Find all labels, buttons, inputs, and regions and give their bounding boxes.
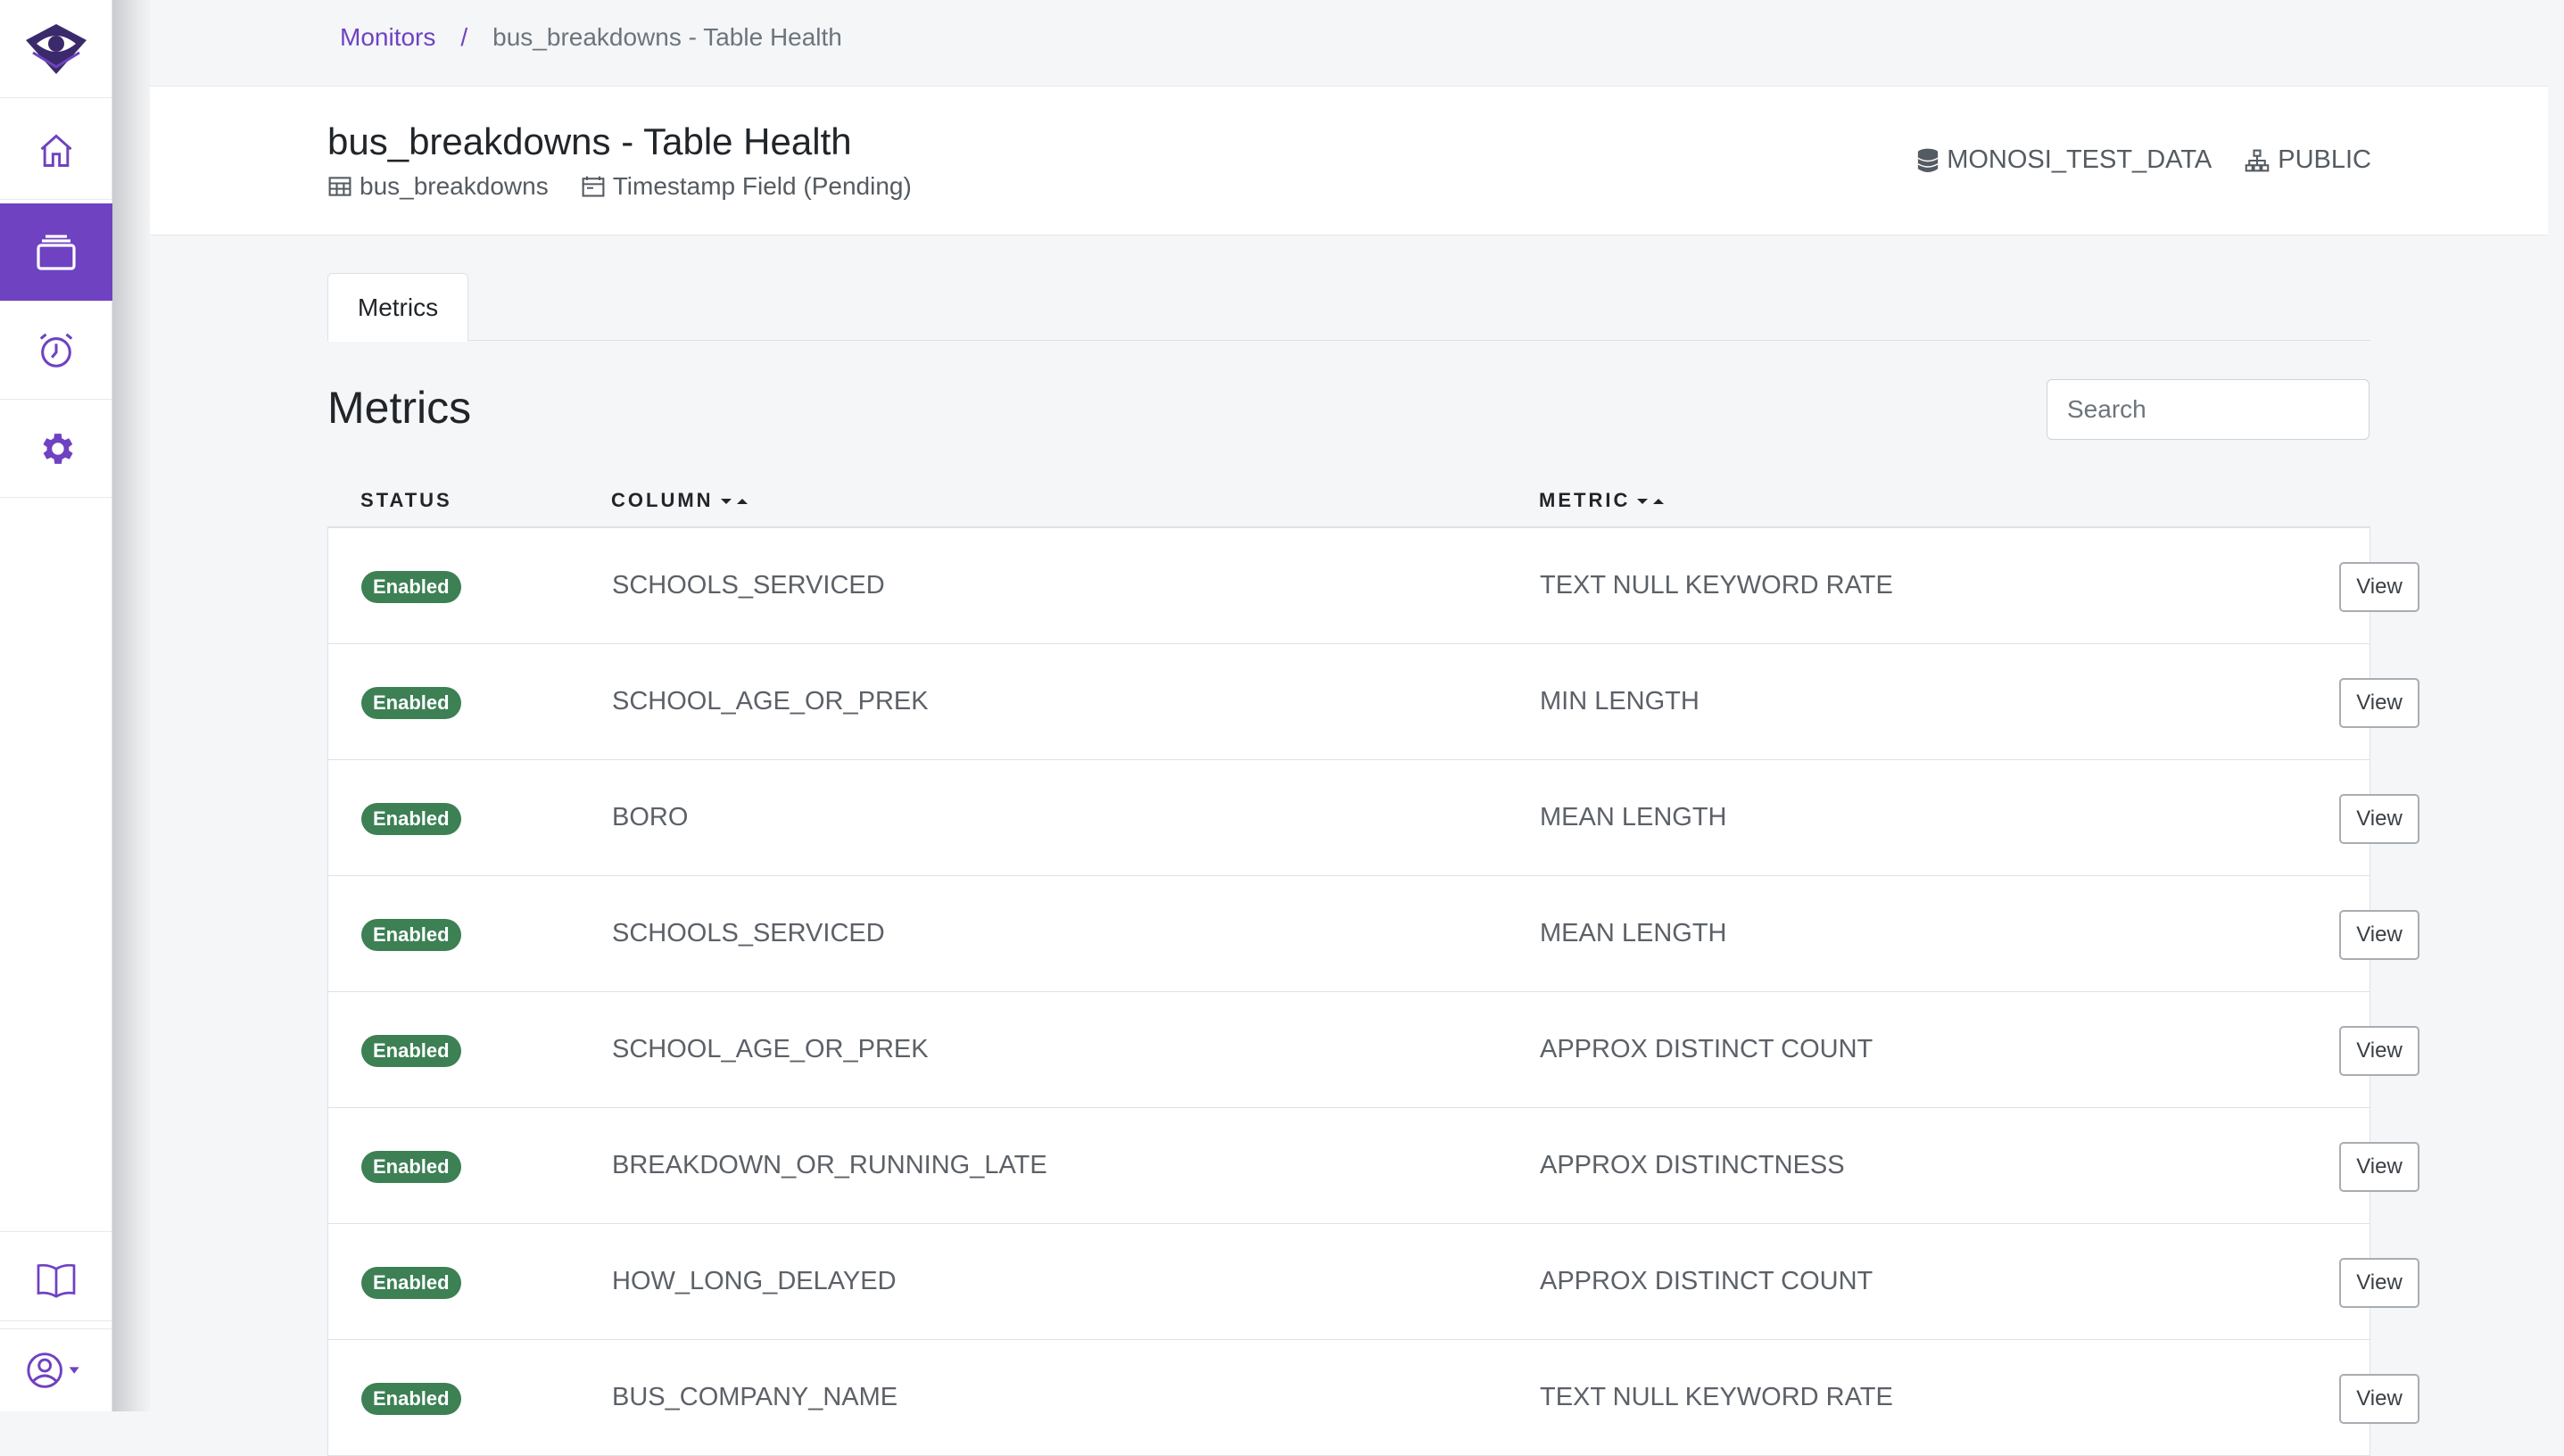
table-row: Enabled SCHOOLS_SERVICED MEAN LENGTH Vie… — [328, 876, 2419, 992]
status-badge: Enabled — [361, 1151, 461, 1183]
connection-info: MONOSI_TEST_DATA PUBLIC — [1916, 145, 2371, 175]
database-icon — [1917, 148, 1939, 172]
view-button[interactable]: View — [2339, 1026, 2419, 1076]
status-badge: Enabled — [361, 687, 461, 719]
status-badge: Enabled — [361, 1035, 461, 1067]
view-button[interactable]: View — [2339, 1374, 2419, 1424]
metric-header-label: METRIC — [1539, 489, 1631, 511]
main-content: Monitors / bus_breakdowns - Table Health… — [150, 0, 2548, 1456]
column-header[interactable]: COLUMN — [611, 489, 749, 512]
view-button[interactable]: View — [2339, 910, 2419, 960]
status-header-label: STATUS — [360, 489, 452, 511]
breadcrumb-separator: / — [460, 23, 468, 51]
alarm-clock-icon — [39, 333, 73, 368]
view-button[interactable]: View — [2339, 562, 2419, 612]
table-name-meta: bus_breakdowns — [327, 172, 549, 201]
table-row: Enabled SCHOOLS_SERVICED TEXT NULL KEYWO… — [328, 528, 2419, 644]
table-row: Enabled BUS_COMPANY_NAME TEXT NULL KEYWO… — [328, 1340, 2419, 1456]
column-cell: SCHOOLS_SERVICED — [612, 919, 885, 947]
monitors-icon — [37, 234, 76, 270]
home-icon — [40, 134, 72, 167]
table-icon — [328, 177, 352, 196]
status-badge: Enabled — [361, 1383, 461, 1415]
column-cell: HOW_LONG_DELAYED — [612, 1267, 897, 1295]
view-button[interactable]: View — [2339, 1258, 2419, 1308]
status-badge: Enabled — [361, 919, 461, 951]
table-name: bus_breakdowns — [360, 172, 549, 200]
search-input[interactable] — [2047, 379, 2370, 440]
column-cell: SCHOOL_AGE_OR_PREK — [612, 687, 929, 716]
metrics-table: STATUS COLUMN METRIC Enabled SCHOOLS_SER… — [327, 473, 2419, 1456]
table-row: Enabled BORO MEAN LENGTH View — [328, 760, 2419, 876]
sort-caret-icon — [720, 499, 748, 504]
status-badge: Enabled — [361, 803, 461, 835]
user-account-icon — [27, 1352, 79, 1388]
diagram-icon — [2245, 149, 2270, 171]
column-cell: BORO — [612, 803, 689, 831]
sidebar — [0, 0, 112, 1411]
metric-cell: APPROX DISTINCTNESS — [1540, 1151, 1845, 1179]
table-row: Enabled HOW_LONG_DELAYED APPROX DISTINCT… — [328, 1224, 2419, 1340]
timestamp-field-meta: Timestamp Field (Pending) — [581, 172, 912, 201]
sidebar-shadow — [112, 0, 150, 1411]
schema-meta: PUBLIC — [2244, 145, 2371, 175]
metric-cell: APPROX DISTINCT COUNT — [1540, 1035, 1873, 1063]
view-button[interactable]: View — [2339, 678, 2419, 728]
sidebar-item-monitors[interactable] — [0, 203, 112, 302]
column-cell: SCHOOL_AGE_OR_PREK — [612, 1035, 929, 1063]
monitor-meta: bus_breakdowns Timestamp Field (Pending) — [327, 172, 912, 201]
tab-bar: Metrics — [327, 273, 2370, 342]
schema-name: PUBLIC — [2278, 145, 2371, 174]
metric-cell: MEAN LENGTH — [1540, 803, 1727, 831]
user-menu[interactable] — [0, 1320, 112, 1419]
metric-cell: APPROX DISTINCT COUNT — [1540, 1267, 1873, 1295]
column-cell: BUS_COMPANY_NAME — [612, 1383, 898, 1411]
view-button[interactable]: View — [2339, 794, 2419, 844]
monitor-header: bus_breakdowns - Table Health bus_breakd… — [150, 86, 2548, 236]
metric-cell: MIN LENGTH — [1540, 687, 1700, 716]
status-header: STATUS — [360, 489, 452, 512]
sidebar-item-settings[interactable] — [0, 400, 112, 498]
sidebar-item-alarms[interactable] — [0, 302, 112, 400]
metric-cell: MEAN LENGTH — [1540, 919, 1727, 947]
column-cell: SCHOOLS_SERVICED — [612, 571, 885, 600]
metrics-heading: Metrics — [327, 383, 472, 433]
breadcrumb: Monitors / bus_breakdowns - Table Health — [340, 23, 842, 52]
database-name: MONOSI_TEST_DATA — [1947, 145, 2212, 174]
timestamp-field: Timestamp Field (Pending) — [612, 172, 912, 200]
calendar-icon — [582, 176, 605, 197]
tab-metrics[interactable]: Metrics — [327, 273, 468, 342]
status-badge: Enabled — [361, 571, 461, 603]
sidebar-item-home[interactable] — [0, 102, 112, 200]
breadcrumb-current: bus_breakdowns - Table Health — [492, 23, 842, 51]
breadcrumb-monitors-link[interactable]: Monitors — [340, 23, 435, 52]
book-icon — [37, 1263, 76, 1298]
page-title: bus_breakdowns - Table Health — [327, 120, 852, 162]
table-row: Enabled SCHOOL_AGE_OR_PREK MIN LENGTH Vi… — [328, 644, 2419, 760]
table-body: Enabled SCHOOLS_SERVICED TEXT NULL KEYWO… — [327, 528, 2419, 1456]
sidebar-item-docs[interactable] — [0, 1231, 112, 1329]
table-row: Enabled SCHOOL_AGE_OR_PREK APPROX DISTIN… — [328, 992, 2419, 1108]
logo-icon — [26, 23, 87, 74]
gear-icon — [43, 433, 73, 464]
metric-cell: TEXT NULL KEYWORD RATE — [1540, 1383, 1893, 1411]
status-badge: Enabled — [361, 1267, 461, 1299]
metric-cell: TEXT NULL KEYWORD RATE — [1540, 571, 1893, 600]
table-header: STATUS COLUMN METRIC — [327, 473, 2370, 528]
view-button[interactable]: View — [2339, 1142, 2419, 1192]
sort-caret-icon — [1637, 499, 1665, 504]
metric-header[interactable]: METRIC — [1539, 489, 1666, 512]
logo-link[interactable] — [0, 0, 112, 98]
column-cell: BREAKDOWN_OR_RUNNING_LATE — [612, 1151, 1047, 1179]
database-meta: MONOSI_TEST_DATA — [1916, 145, 2212, 175]
table-row: Enabled BREAKDOWN_OR_RUNNING_LATE APPROX… — [328, 1108, 2419, 1224]
column-header-label: COLUMN — [611, 489, 714, 511]
